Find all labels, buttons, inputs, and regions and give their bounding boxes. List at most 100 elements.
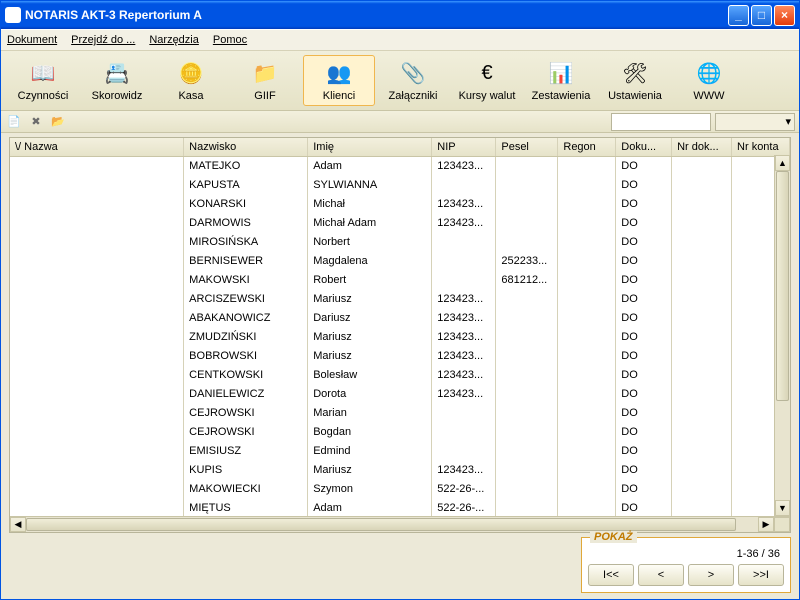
col-nazwa[interactable]: \/ Nazwa [10,138,184,157]
cell [10,271,184,290]
filter-dropdown[interactable]: ▾ [715,113,795,131]
minimize-button[interactable]: _ [728,5,749,26]
scroll-left-icon[interactable]: ◀ [10,517,26,532]
col-nazwisko[interactable]: Nazwisko [184,138,308,157]
cell [558,309,616,328]
scroll-right-icon[interactable]: ▶ [758,517,774,532]
col-nrdok[interactable]: Nr dok... [672,138,732,157]
cell: Adam [308,157,432,176]
czynności-icon: 📖 [29,60,57,88]
cell: Adam [308,499,432,517]
smallbar: 📄 ✖ 📂 ▾ [1,111,799,133]
table-row[interactable]: MAKOWSKIRobert681212...DO [10,271,790,290]
scroll-down-icon[interactable]: ▼ [775,500,790,516]
toolbar-kursy walut[interactable]: €Kursy walut [451,55,523,106]
cell: MIĘTUS [184,499,308,517]
scroll-thumb-h[interactable] [26,518,736,531]
close-button[interactable]: × [774,5,795,26]
cell [496,157,558,176]
grid-container: \/ Nazwa Nazwisko Imię NIP Pesel Regon D… [9,137,791,533]
col-imie[interactable]: Imię [308,138,432,157]
folder-icon[interactable]: 📂 [49,113,67,131]
cell: DO [616,423,672,442]
cell: DO [616,195,672,214]
toolbar-label: Ustawienia [608,90,662,102]
cell: DO [616,366,672,385]
pager-box: POKAŻ 1-36 / 36 I<< < > >>I [581,537,791,593]
cell: DANIELEWICZ [184,385,308,404]
search-input[interactable] [611,113,711,131]
table-row[interactable]: CEJROWSKIBogdanDO [10,423,790,442]
horizontal-scrollbar[interactable]: ◀ ▶ [10,516,790,532]
table-row[interactable]: BOBROWSKIMariusz123423...DO [10,347,790,366]
cell: CEJROWSKI [184,404,308,423]
cell [496,385,558,404]
toolbar-www[interactable]: 🌐WWW [673,55,745,106]
menu-pomoc[interactable]: Pomoc [213,34,247,46]
toolbar-klienci[interactable]: 👥Klienci [303,55,375,106]
prev-page-button[interactable]: < [638,564,684,586]
cell: Bolesław [308,366,432,385]
table-row[interactable]: ZMUDZIŃSKIMariusz123423...DO [10,328,790,347]
menu-dokument[interactable]: Dokument [7,34,57,46]
cell [432,442,496,461]
table-row[interactable]: ABAKANOWICZDariusz123423...DO [10,309,790,328]
table-row[interactable]: MIROSIŃSKANorbertDO [10,233,790,252]
last-page-button[interactable]: >>I [738,564,784,586]
table-row[interactable]: MAKOWIECKISzymon522-26-...DO [10,480,790,499]
maximize-button[interactable]: □ [751,5,772,26]
cell [672,271,732,290]
table-row[interactable]: BERNISEWERMagdalena252233...DO [10,252,790,271]
scroll-thumb-v[interactable] [776,171,789,401]
first-page-button[interactable]: I<< [588,564,634,586]
table-row[interactable]: EMISIUSZEdmindDO [10,442,790,461]
table-row[interactable]: CEJROWSKIMarianDO [10,404,790,423]
table-row[interactable]: ARCISZEWSKIMariusz123423...DO [10,290,790,309]
toolbar-kasa[interactable]: 🪙Kasa [155,55,227,106]
col-nrkonta[interactable]: Nr konta [732,138,790,157]
col-pesel[interactable]: Pesel [496,138,558,157]
cell: 252233... [496,252,558,271]
table-row[interactable]: DARMOWISMichał Adam123423...DO [10,214,790,233]
toolbar-label: WWW [693,90,724,102]
cell [672,480,732,499]
pager-legend: POKAŻ [590,531,637,543]
toolbar-label: Załączniki [389,90,438,102]
cell: 123423... [432,347,496,366]
window-title: NOTARIS AKT-3 Repertorium A [25,8,726,22]
titlebar: ⚙ NOTARIS AKT-3 Repertorium A _ □ × [1,1,799,29]
kursy walut-icon: € [473,60,501,88]
toolbar-ustawienia[interactable]: 🛠Ustawienia [599,55,671,106]
col-doku[interactable]: Doku... [616,138,672,157]
cell [496,442,558,461]
toolbar-label: Czynności [18,90,69,102]
delete-icon[interactable]: ✖ [27,113,45,131]
col-nip[interactable]: NIP [432,138,496,157]
menu-przejdz[interactable]: Przejdź do ... [71,34,135,46]
table-row[interactable]: MATEJKOAdam123423...DO [10,157,790,176]
skorowidz-icon: 📇 [103,60,131,88]
cell: Michał [308,195,432,214]
cell: DO [616,499,672,517]
new-icon[interactable]: 📄 [5,113,23,131]
menu-narzedzia[interactable]: Narzędzia [149,34,199,46]
toolbar-giif[interactable]: 📁GIIF [229,55,301,106]
table-row[interactable]: KUPISMariusz123423...DO [10,461,790,480]
toolbar-załączniki[interactable]: 📎Załączniki [377,55,449,106]
toolbar-skorowidz[interactable]: 📇Skorowidz [81,55,153,106]
table-row[interactable]: CENTKOWSKIBolesław123423...DO [10,366,790,385]
toolbar-zestawienia[interactable]: 📊Zestawienia [525,55,597,106]
next-page-button[interactable]: > [688,564,734,586]
cell [496,195,558,214]
table-row[interactable]: DANIELEWICZDorota123423...DO [10,385,790,404]
col-regon[interactable]: Regon [558,138,616,157]
cell [496,290,558,309]
table-row[interactable]: MIĘTUSAdam522-26-...DO [10,499,790,517]
scroll-up-icon[interactable]: ▲ [775,155,790,171]
toolbar-czynności[interactable]: 📖 Czynności [7,55,79,106]
footer: POKAŻ 1-36 / 36 I<< < > >>I [9,537,791,593]
vertical-scrollbar[interactable]: ▲ ▼ [774,155,790,516]
table-row[interactable]: KAPUSTASYLWIANNADO [10,176,790,195]
cell: ZMUDZIŃSKI [184,328,308,347]
table-row[interactable]: KONARSKIMichał123423...DO [10,195,790,214]
